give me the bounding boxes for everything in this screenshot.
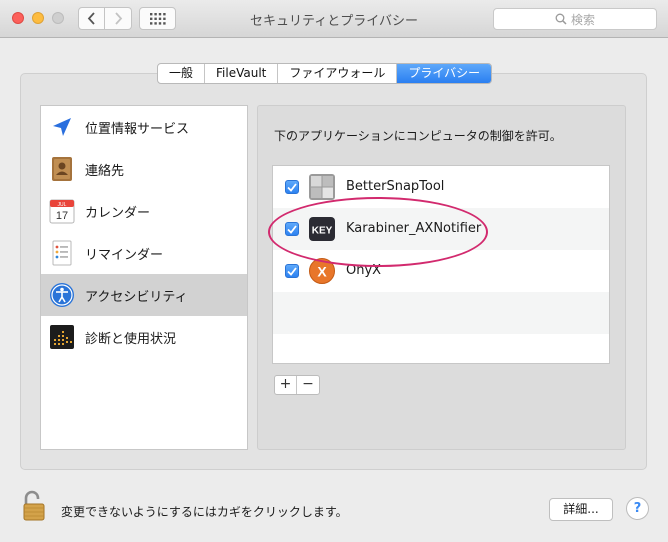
tab-firewall[interactable]: ファイアウォール [278,64,398,83]
checkmark-icon [287,224,297,234]
checkmark-icon [287,182,297,192]
app-name: OnyX [346,263,382,278]
tab-bar: 一般 FileVault ファイアウォール プライバシー [157,63,493,84]
tab-privacy[interactable]: プライバシー [397,64,492,83]
tab-filevault[interactable]: FileVault [205,64,279,83]
details-button[interactable]: 詳細... [549,498,613,521]
sidebar-item-accessibility[interactable]: アクセシビリティ [41,274,247,316]
app-checkbox[interactable] [285,180,299,194]
help-button[interactable]: ? [626,497,649,520]
sidebar-item-reminders[interactable]: リマインダー [41,232,247,274]
lock-instruction: 変更できないようにするにはカギをクリックします。 [61,505,348,519]
search-icon [555,13,567,25]
app-checkbox[interactable] [285,222,299,236]
privacy-category-list: 位置情報サービス 連絡先 JUL 17 カレンダー リマインダー アクセシビリテ… [40,105,248,450]
key-icon-text: KEY [312,226,333,237]
app-name: Karabiner_AXNotifier [346,221,482,236]
calendar-day-text: 17 [56,210,68,222]
title-bar: セキュリティとプライバシー 検索 [0,0,668,38]
panel-instruction: 下のアプリケーションにコンピュータの制御を許可。 [274,129,562,143]
app-checkbox[interactable] [285,264,299,278]
sidebar-item-label: カレンダー [85,206,151,221]
list-item[interactable]: X OnyX [273,250,609,292]
accessibility-icon [49,282,75,308]
add-app-button[interactable]: + [275,376,297,394]
sidebar-item-label: リマインダー [85,248,164,263]
sidebar-item-location-services[interactable]: 位置情報サービス [41,106,247,148]
search-placeholder: 検索 [570,12,595,27]
sidebar-item-diagnostics[interactable]: 診断と使用状況 [41,316,247,358]
diagnostics-icon [49,324,75,350]
app-name: BetterSnapTool [346,179,445,194]
sidebar-item-label: 診断と使用状況 [85,332,177,347]
sidebar-item-label: アクセシビリティ [85,290,188,305]
sidebar-item-label: 連絡先 [85,164,125,179]
onyx-icon: X [308,257,336,285]
karabiner-key-icon: KEY [308,215,336,243]
sidebar-item-contacts[interactable]: 連絡先 [41,148,247,190]
add-remove-group: + − [274,375,320,395]
search-field[interactable]: 検索 [493,8,657,30]
tab-general[interactable]: 一般 [158,64,206,83]
unlocked-padlock-icon[interactable] [22,490,46,522]
sidebar-item-calendar[interactable]: JUL 17 カレンダー [41,190,247,232]
calendar-month-text: JUL [58,202,67,208]
calendar-icon: JUL 17 [49,198,75,224]
list-item[interactable]: KEY Karabiner_AXNotifier [273,208,609,250]
contacts-book-icon [49,156,75,182]
app-list: BetterSnapTool KEY Karabiner_AXNotifier … [272,165,610,364]
list-item[interactable]: BetterSnapTool [273,166,609,208]
onyx-icon-text: X [317,264,327,280]
checkmark-icon [287,266,297,276]
empty-row [273,292,609,334]
location-arrow-icon [49,114,75,140]
reminders-icon [49,240,75,266]
bettersnaptool-icon [308,173,336,201]
sidebar-item-label: 位置情報サービス [85,122,190,137]
remove-app-button[interactable]: − [297,376,319,394]
